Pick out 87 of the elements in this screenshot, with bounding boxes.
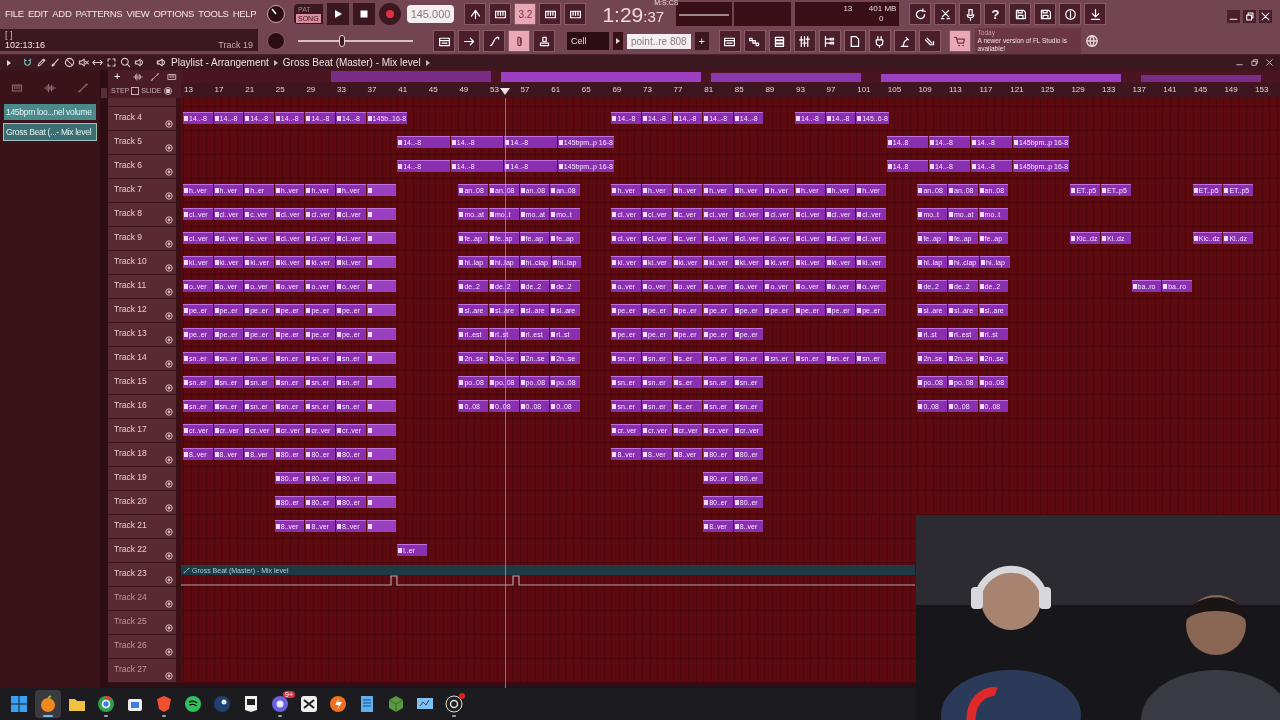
song-position: 102:13:16 bbox=[5, 40, 46, 50]
menu-item[interactable]: EDIT bbox=[27, 8, 49, 19]
bar-number: 45 bbox=[428, 85, 438, 94]
track-name[interactable]: Track 7 bbox=[114, 184, 143, 194]
menu-item[interactable]: ADD bbox=[52, 8, 72, 19]
track-name[interactable]: Track 22 bbox=[114, 544, 147, 554]
bar-number: 101 bbox=[857, 85, 871, 94]
track-name[interactable]: Track 11 bbox=[114, 280, 147, 290]
track-name[interactable]: Track 26 bbox=[114, 640, 147, 650]
bar-number: 65 bbox=[581, 85, 591, 94]
menu-item[interactable]: TOOLS bbox=[198, 8, 229, 19]
bar-number: 97 bbox=[826, 85, 836, 94]
track-name[interactable]: Track 24 bbox=[114, 592, 147, 602]
time-value: 1:29 bbox=[602, 3, 644, 27]
track-name[interactable]: Track 4 bbox=[114, 112, 143, 122]
track-name[interactable]: Track 12 bbox=[114, 304, 147, 314]
add-pattern-button[interactable]: + bbox=[694, 32, 709, 50]
bar-number: 113 bbox=[949, 85, 962, 94]
bar-number: 49 bbox=[459, 85, 469, 94]
track-name[interactable]: Track 13 bbox=[114, 328, 147, 338]
help-button[interactable]: ? bbox=[984, 3, 1007, 25]
bar-number: 117 bbox=[979, 85, 993, 94]
track-name[interactable]: Track 10 bbox=[114, 256, 147, 266]
bar-number: 37 bbox=[367, 85, 377, 94]
menu-item[interactable]: VIEW bbox=[126, 8, 150, 19]
bar-number: 29 bbox=[306, 85, 316, 94]
track-name[interactable]: Track 14 bbox=[114, 352, 147, 362]
track-name[interactable]: Track 23 bbox=[114, 568, 147, 578]
bar-number: 105 bbox=[887, 85, 902, 94]
browser-item[interactable]: 145bpm loo...nel volume bbox=[4, 104, 96, 120]
tempo-field[interactable]: 145.000 bbox=[406, 5, 455, 23]
hint-track: Track 19 bbox=[218, 40, 253, 50]
track-name[interactable]: Track 27 bbox=[114, 664, 147, 674]
bar-number: 81 bbox=[704, 85, 714, 94]
bar-number: 73 bbox=[643, 85, 652, 94]
track-name[interactable]: Track 20 bbox=[114, 496, 147, 506]
bar-number: 77 bbox=[673, 85, 683, 94]
bar-number: 69 bbox=[612, 85, 622, 94]
track-name[interactable]: Track 5 bbox=[114, 136, 143, 146]
countdown-button[interactable]: 3.2 bbox=[514, 3, 537, 25]
breadcrumb-item[interactable]: Playlist - Arrangement bbox=[171, 57, 269, 68]
hint-text: [ ] bbox=[5, 30, 14, 40]
bar-number: 137 bbox=[1132, 85, 1146, 94]
voice-count: 13 bbox=[843, 4, 853, 13]
bar-number: 21 bbox=[245, 85, 255, 94]
menu-item[interactable]: OPTIONS bbox=[153, 8, 195, 19]
track-name[interactable]: Track 15 bbox=[114, 376, 147, 386]
bar-number: 149 bbox=[1224, 85, 1238, 94]
track-name[interactable]: Track 21 bbox=[114, 520, 147, 530]
track-name[interactable]: Track 9 bbox=[114, 232, 143, 242]
bar-number: 133 bbox=[1102, 85, 1116, 94]
bar-number: 13 bbox=[184, 85, 193, 94]
time-centiseconds: :37 bbox=[643, 7, 665, 27]
track-name[interactable]: Track 19 bbox=[114, 472, 147, 482]
bar-number: 145 bbox=[1193, 85, 1208, 94]
bar-number: 153 bbox=[1255, 85, 1269, 94]
bar-number: 17 bbox=[214, 85, 224, 94]
bar-number: 25 bbox=[275, 85, 285, 94]
track-name[interactable]: Track 8 bbox=[114, 208, 143, 218]
bar-number: 33 bbox=[337, 85, 346, 94]
bar-number: 61 bbox=[551, 85, 561, 94]
track-name[interactable]: Track 25 bbox=[114, 616, 147, 626]
menu-item[interactable]: HELP bbox=[232, 8, 257, 19]
bar-number: 141 bbox=[1163, 85, 1177, 94]
menu-item[interactable]: PATTERNS bbox=[75, 8, 123, 19]
bar-number: 109 bbox=[918, 85, 932, 94]
bar-number: 41 bbox=[398, 85, 408, 94]
memory-usage: 401 MB bbox=[868, 4, 897, 13]
track-name[interactable]: Track 6 bbox=[114, 160, 143, 170]
snap-dropdown[interactable]: Cell bbox=[567, 32, 609, 50]
breadcrumb-item[interactable]: Gross Beat (Master) - Mix level bbox=[282, 57, 421, 68]
cpu-usage: 0 bbox=[878, 14, 884, 23]
add-track-button[interactable]: + bbox=[114, 71, 121, 82]
bar-number: 57 bbox=[520, 85, 530, 94]
bar-number: 129 bbox=[1071, 85, 1085, 94]
browser-item[interactable]: Gross Beat (...- Mix level bbox=[4, 124, 96, 140]
bar-number: 121 bbox=[1010, 85, 1024, 94]
track-name[interactable]: Track 17 bbox=[114, 424, 147, 434]
track-name[interactable]: Track 16 bbox=[114, 400, 147, 410]
bar-number: 93 bbox=[796, 85, 805, 94]
menu-item[interactable]: FILE bbox=[5, 8, 24, 19]
bar-number: 89 bbox=[765, 85, 775, 94]
bar-number: 85 bbox=[734, 85, 744, 94]
track-name[interactable]: Track 18 bbox=[114, 448, 147, 458]
bar-number: 53 bbox=[490, 85, 499, 94]
bar-number: 125 bbox=[1040, 85, 1055, 94]
pattern-selector[interactable]: point..re 808 bbox=[627, 33, 691, 49]
